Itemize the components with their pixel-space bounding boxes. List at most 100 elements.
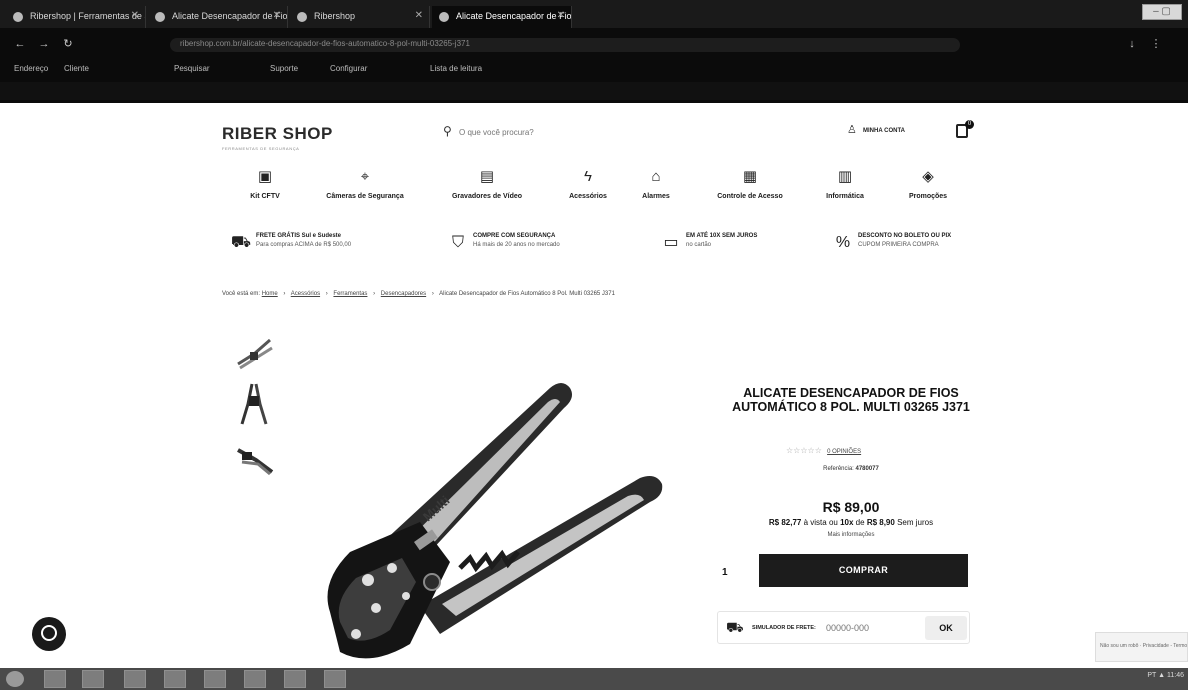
- buy-button[interactable]: COMPRAR: [759, 554, 968, 587]
- browser-tab[interactable]: Ribershop ✕: [290, 6, 430, 28]
- taskbar-app-icon[interactable]: [204, 670, 226, 688]
- url-field[interactable]: ribershop.com.br/alicate-desencapador-de…: [170, 38, 960, 52]
- browser-chrome: Ribershop | Ferramentas de Segurança ✕ A…: [0, 0, 1188, 103]
- taskbar-app-icon[interactable]: [244, 670, 266, 688]
- wire-stripper-pliers-image: Multi: [327, 383, 663, 659]
- product-rating: ☆☆☆☆☆ 0 OPINIÕES: [786, 446, 906, 455]
- breadcrumb-link[interactable]: Home: [262, 291, 278, 297]
- close-icon[interactable]: ✕: [415, 10, 423, 21]
- menu-icon[interactable]: ⋮: [1150, 38, 1162, 50]
- browser-tab[interactable]: Alicate Desencapador de Fios ✕: [148, 6, 288, 28]
- product-thumbnail[interactable]: [234, 446, 274, 484]
- taskbar-app-icon[interactable]: [324, 670, 346, 688]
- back-icon[interactable]: ←: [14, 38, 26, 50]
- close-icon[interactable]: ✕: [131, 10, 139, 21]
- quantity-field[interactable]: [722, 561, 748, 583]
- tab-strip: Ribershop | Ferramentas de Segurança ✕ A…: [0, 0, 1188, 28]
- favicon-icon: [13, 12, 23, 22]
- freight-ok-button[interactable]: OK: [925, 616, 967, 640]
- breadcrumb: Você está em: Home › Acessórios › Ferram…: [222, 291, 615, 297]
- freight-label: SIMULADOR DE FRETE:: [752, 625, 816, 631]
- alarm-house-icon: ⌂: [651, 168, 661, 185]
- bookmarks-bar: Endereço Cliente Pesquisar Suporte Confi…: [0, 60, 1188, 80]
- category-promotions[interactable]: ◈ Promoções: [904, 167, 952, 207]
- category-cameras[interactable]: ⌖ Câmeras de Segurança: [318, 167, 412, 207]
- benefit-secure-purchase: ⛉ COMPRE COM SEGURANÇA Há mais de 20 ano…: [447, 232, 607, 256]
- forward-icon[interactable]: →: [38, 38, 50, 50]
- security-camera-icon: ⌖: [360, 168, 370, 185]
- zipcode-input[interactable]: [826, 621, 902, 635]
- category-video-recorders[interactable]: ▤ Gravadores de Vídeo: [445, 167, 529, 207]
- bookmark-item[interactable]: Suporte: [270, 64, 298, 73]
- address-bar: ← → ↻ ribershop.com.br/alicate-desencapa…: [0, 30, 1188, 58]
- bookmark-item[interactable]: Pesquisar: [174, 64, 210, 73]
- benefit-discount: % DESCONTO NO BOLETO OU PIX CUPOM PRIMEI…: [832, 232, 982, 256]
- top-info-strip: [0, 82, 1188, 100]
- favicon-icon: [297, 12, 307, 22]
- cart-count-badge: 0: [965, 120, 974, 129]
- logo-text: RIBER SHOP: [222, 124, 333, 143]
- search-input[interactable]: [459, 124, 759, 140]
- truck-icon: ⛟: [726, 619, 744, 635]
- whatsapp-button[interactable]: [32, 617, 66, 651]
- window-controls[interactable]: – ▢: [1142, 4, 1182, 20]
- pliers-thumbnail-icon: [237, 448, 274, 476]
- reload-icon[interactable]: ↻: [62, 38, 74, 50]
- os-taskbar: PT ▲ 11:46: [0, 668, 1188, 690]
- credit-card-icon: ▭: [663, 234, 679, 251]
- more-payment-info-link[interactable]: Mais informações: [716, 532, 986, 538]
- freight-simulator: ⛟ SIMULADOR DE FRETE: OK: [717, 611, 970, 644]
- bookmark-item[interactable]: Configurar: [330, 64, 367, 73]
- installment-info: R$ 82,77 à vista ou 10x de R$ 8,90 Sem j…: [768, 518, 934, 527]
- bookmark-item[interactable]: Endereço: [14, 64, 48, 73]
- video-recorder-icon: ▤: [479, 168, 495, 185]
- truck-icon: ⛟: [230, 234, 252, 251]
- store-logo[interactable]: RIBER SHOP FERRAMENTAS DE SEGURANÇA: [222, 118, 352, 158]
- access-control-icon: ▦: [742, 168, 758, 185]
- product-price: R$ 89,00: [822, 499, 880, 515]
- start-button-icon[interactable]: [6, 671, 24, 687]
- close-icon[interactable]: ✕: [273, 10, 281, 21]
- close-icon[interactable]: ✕: [557, 10, 565, 21]
- taskbar-app-icon[interactable]: [284, 670, 306, 688]
- lightning-icon: ϟ: [584, 168, 592, 185]
- category-alarms[interactable]: ⌂ Alarmes: [640, 167, 672, 207]
- taskbar-app-icon[interactable]: [164, 670, 186, 688]
- bookmark-item[interactable]: Cliente: [64, 64, 89, 73]
- breadcrumb-link[interactable]: Ferramentas: [333, 291, 367, 297]
- search-box: ⚲: [443, 122, 783, 142]
- user-icon: ♙: [847, 124, 857, 136]
- taskbar-app-icon[interactable]: [124, 670, 146, 688]
- taskbar-app-icon[interactable]: [82, 670, 104, 688]
- account-label: MINHA CONTA: [863, 128, 905, 134]
- computer-icon: ▥: [837, 168, 853, 185]
- product-title: ALICATE DESENCAPADOR DE FIOS AUTOMÁTICO …: [732, 386, 970, 414]
- cctv-kit-icon: ▣: [257, 168, 273, 185]
- product-main-image[interactable]: Multi: [310, 372, 690, 668]
- category-kit-cftv[interactable]: ▣ Kit CFTV: [250, 167, 280, 207]
- category-accessories[interactable]: ϟ Acessórios: [566, 167, 610, 207]
- breadcrumb-link[interactable]: Desencapadores: [381, 291, 426, 297]
- product-thumbnail[interactable]: [234, 334, 274, 372]
- product-thumbnail[interactable]: [234, 382, 274, 425]
- benefit-installments: ▭ EM ATÉ 10X SEM JUROS no cartão: [660, 232, 790, 256]
- system-tray[interactable]: PT ▲ 11:46: [1147, 672, 1184, 679]
- category-informatics[interactable]: ▥ Informática: [823, 167, 867, 207]
- benefit-free-shipping: ⛟ FRETE GRÁTIS Sul e Sudeste Para compra…: [230, 232, 390, 256]
- discount-tag-icon: %: [835, 234, 851, 251]
- browser-tab[interactable]: Ribershop | Ferramentas de Segurança ✕: [6, 6, 146, 28]
- breadcrumb-link[interactable]: Acessórios: [291, 291, 320, 297]
- logo-tagline: FERRAMENTAS DE SEGURANÇA: [222, 146, 300, 151]
- taskbar-app-icon[interactable]: [44, 670, 66, 688]
- download-icon[interactable]: ↓: [1126, 38, 1138, 50]
- bookmark-item[interactable]: Lista de leitura: [430, 64, 482, 73]
- category-access-control[interactable]: ▦ Controle de Acesso: [711, 167, 789, 207]
- product-reference: Referência: 4780077: [823, 466, 879, 472]
- cart-button[interactable]: 0: [954, 118, 978, 142]
- browser-tab-active[interactable]: Alicate Desencapador de Fios Automático …: [432, 6, 572, 28]
- favicon-icon: [439, 12, 449, 22]
- recaptcha-badge[interactable]: Não sou um robô · Privacidade - Termos: [1095, 632, 1188, 662]
- breadcrumb-current: Alicate Desencapador de Fios Automático …: [439, 291, 615, 297]
- search-icon[interactable]: ⚲: [443, 124, 452, 138]
- reviews-link[interactable]: 0 OPINIÕES: [827, 449, 861, 455]
